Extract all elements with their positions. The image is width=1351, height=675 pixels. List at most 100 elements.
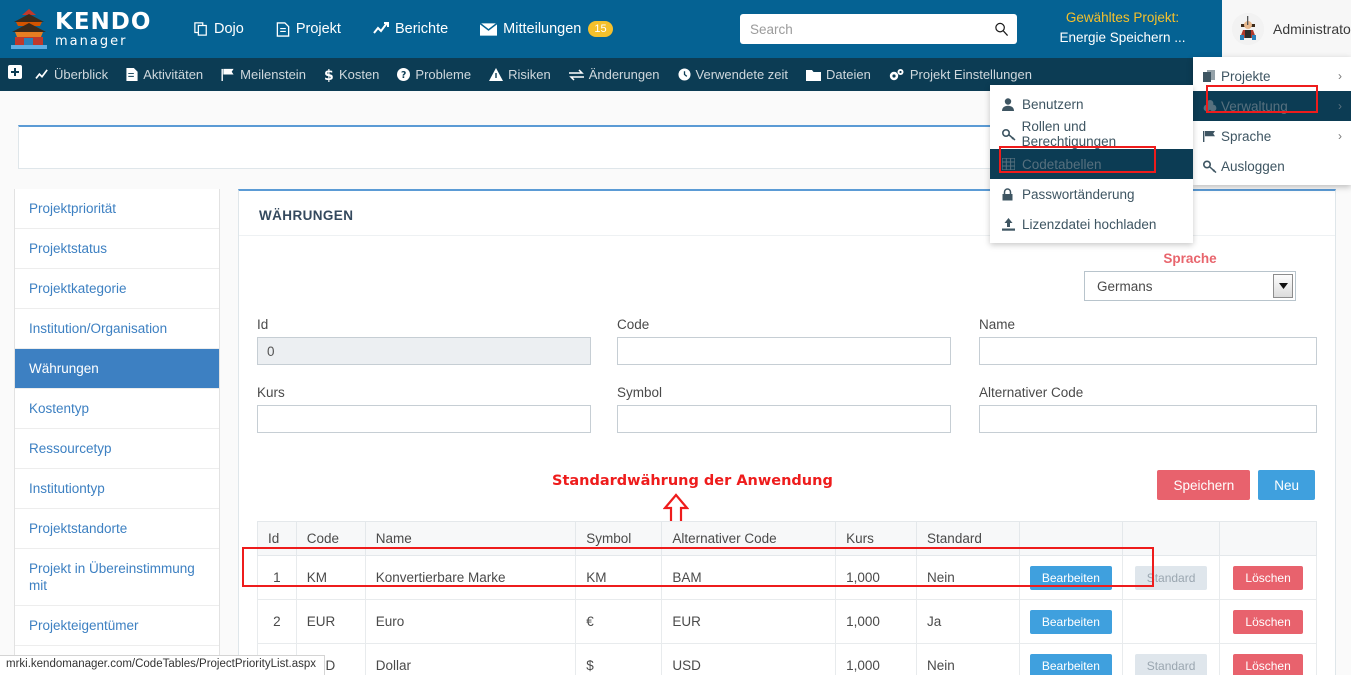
set-standard-button[interactable]: Standard — [1134, 653, 1208, 675]
chevron-right-icon: › — [1338, 129, 1342, 143]
sidebar-item-institutiontyp[interactable]: Institutiontyp — [15, 469, 219, 509]
submenu-item-codetabellen[interactable]: Codetabellen — [990, 149, 1193, 179]
subnav-label-anderungen: Änderungen — [588, 67, 660, 82]
nav-item-mitteilungen[interactable]: Mitteilungen 15 — [464, 0, 628, 58]
field-kurs: Kurs — [257, 385, 591, 433]
sidebar-item-label: Projekteigentümer — [29, 618, 139, 633]
col-code: Code — [295, 521, 366, 556]
edit-button[interactable]: Bearbeiten — [1029, 565, 1112, 590]
subnav-label-kosten: Kosten — [338, 67, 380, 82]
selected-project-value: Energie Speichern ... — [1059, 30, 1186, 45]
subnav-item-meilenstein[interactable]: Meilenstein — [212, 58, 315, 91]
sidebar-item-projektstandorte[interactable]: Projektstandorte — [15, 509, 219, 549]
sidebar-item-ressourcetyp[interactable]: Ressourcetyp — [15, 429, 219, 469]
save-button[interactable]: Speichern — [1157, 470, 1251, 500]
subnav-item-anderungen[interactable]: Änderungen — [560, 58, 669, 91]
subnav-label-probleme: Probleme — [415, 67, 472, 82]
flag-icon — [221, 68, 235, 81]
plus-square-icon[interactable] — [0, 65, 26, 84]
edit-button[interactable]: Bearbeiten — [1029, 653, 1112, 675]
alternativer-code-input[interactable] — [979, 405, 1317, 433]
col-name: Name — [364, 521, 577, 556]
table-row[interactable]: 3 USD Dollar $ USD 1,000 Nein Bearbeiten… — [257, 643, 1317, 675]
sidebar-item-projektkategorie[interactable]: Projektkategorie — [15, 269, 219, 309]
edit-button[interactable]: Bearbeiten — [1029, 609, 1112, 634]
svg-text:$: $ — [324, 68, 334, 82]
sidebar-item-label: Projektstandorte — [29, 521, 128, 536]
sidebar-item-institution-organisation[interactable]: Institution/Organisation — [15, 309, 219, 349]
subnav-item-probleme[interactable]: ? Probleme — [388, 58, 480, 91]
form-action-bar: Speichern Neu — [1157, 470, 1315, 500]
col-delete-action — [1219, 521, 1317, 556]
field-alternativer-code: Alternativer Code — [979, 385, 1317, 433]
sidebar-item-label: Projektpriorität — [29, 201, 117, 216]
delete-button[interactable]: Löschen — [1233, 609, 1303, 634]
cell-id: 1 — [257, 555, 297, 600]
lock-icon — [1002, 187, 1022, 201]
kurs-input[interactable] — [257, 405, 591, 433]
subnav-item-dateien[interactable]: Dateien — [797, 58, 880, 91]
name-input[interactable] — [979, 337, 1317, 365]
delete-button[interactable]: Löschen — [1233, 565, 1303, 590]
key-icon — [1203, 160, 1221, 173]
field-label-symbol: Symbol — [617, 385, 663, 400]
id-input[interactable] — [257, 337, 591, 365]
avatar — [1232, 13, 1264, 45]
menu-item-sprache[interactable]: Sprache › — [1193, 121, 1351, 151]
subnav-label-risiken: Risiken — [508, 67, 551, 82]
cell-alt-code: USD — [661, 643, 837, 675]
sidebar-item-wahrungen[interactable]: Währungen — [15, 349, 219, 389]
search-button[interactable] — [985, 15, 1017, 43]
subnav-item-aktivitaten[interactable]: Aktivitäten — [117, 58, 212, 91]
submenu-item-rollen-und-berechtigungen[interactable]: Rollen und Berechtigungen — [990, 119, 1193, 149]
logo-secondary-text: manager — [55, 33, 128, 49]
menu-item-projekte[interactable]: Projekte › — [1193, 61, 1351, 91]
svg-text:?: ? — [401, 70, 406, 81]
sidebar-item-projektprioritat[interactable]: Projektpriorität — [15, 189, 219, 229]
table-row[interactable]: 1 KM Konvertierbare Marke KM BAM 1,000 N… — [257, 555, 1317, 600]
sidebar-item-label: Ressourcetyp — [29, 441, 112, 456]
nav-item-dojo[interactable]: Dojo — [178, 0, 260, 58]
cell-kurs: 1,000 — [835, 599, 918, 644]
subnav-label-projekt-einstellungen: Projekt Einstellungen — [909, 67, 1032, 82]
sidebar-item-label: Institutiontyp — [29, 481, 105, 496]
sidebar-item-label: Projektstatus — [29, 241, 108, 256]
upload-icon — [1002, 217, 1022, 231]
sidebar-item-projekt-in-ubereinstimmung-mit[interactable]: Projekt in Übereinstimmung mit — [15, 549, 219, 606]
menu-item-verwaltung[interactable]: Verwaltung › — [1193, 91, 1351, 121]
sidebar-item-kostentyp[interactable]: Kostentyp — [15, 389, 219, 429]
subnav-item-verwendete-zeit[interactable]: Verwendete zeit — [669, 58, 798, 91]
new-button[interactable]: Neu — [1258, 470, 1315, 500]
user-icon — [1002, 97, 1022, 111]
delete-button[interactable]: Löschen — [1233, 653, 1303, 675]
question-circle-icon: ? — [397, 68, 411, 81]
subnav-item-kosten[interactable]: $ Kosten — [315, 58, 388, 91]
nav-item-berichte[interactable]: Berichte — [357, 0, 464, 58]
chevron-down-icon[interactable] — [1273, 274, 1293, 298]
submenu-item-benutzern[interactable]: Benutzern — [990, 89, 1193, 119]
code-input[interactable] — [617, 337, 951, 365]
subnav-item-uberblick[interactable]: Überblick — [26, 58, 117, 91]
set-standard-button[interactable]: Standard — [1134, 565, 1208, 590]
nav-item-projekt[interactable]: Projekt — [260, 0, 357, 58]
user-account-button[interactable]: Administrator — [1222, 0, 1351, 58]
language-select[interactable]: Germans — [1084, 271, 1296, 301]
file-icon — [126, 68, 138, 81]
symbol-input[interactable] — [617, 405, 951, 433]
sidebar-item-projektstatus[interactable]: Projektstatus — [15, 229, 219, 269]
search-box[interactable] — [740, 14, 1017, 44]
chart-line-icon — [373, 22, 389, 36]
app-logo[interactable]: KENDO manager — [0, 0, 168, 58]
table-row[interactable]: 2 EUR Euro € EUR 1,000 Ja Bearbeiten Lös… — [257, 599, 1317, 644]
sidebar-item-projekteigentumer[interactable]: Projekteigentümer — [15, 606, 219, 646]
search-input[interactable] — [740, 15, 985, 43]
subnav-item-risiken[interactable]: Risiken — [480, 58, 560, 91]
col-edit-action — [1018, 521, 1123, 556]
user-dropdown-menu: Projekte › Verwaltung › Sprache › Auslog… — [1193, 57, 1351, 185]
submenu-item-passwortanderung[interactable]: Passwortänderung — [990, 179, 1193, 209]
submenu-label-lizenzdatei: Lizenzdatei hochladen — [1022, 216, 1157, 232]
projects-icon — [1203, 69, 1221, 83]
submenu-item-lizenzdatei-hochladen[interactable]: Lizenzdatei hochladen — [990, 209, 1193, 239]
field-label-id: Id — [257, 317, 269, 332]
menu-item-ausloggen[interactable]: Ausloggen — [1193, 151, 1351, 181]
